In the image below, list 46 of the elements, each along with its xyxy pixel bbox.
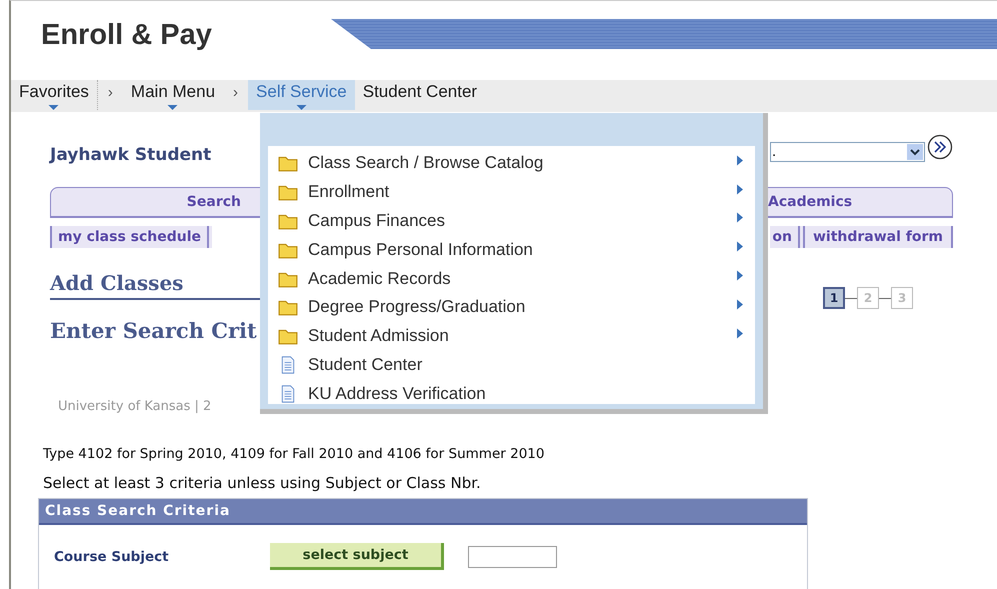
menu-item[interactable]: Campus Finances [268, 206, 755, 236]
folder-icon [278, 327, 298, 346]
submenu-arrow-icon [737, 298, 743, 310]
menu-item[interactable]: Campus Personal Information [268, 235, 755, 264]
folder-icon [278, 183, 298, 202]
submenu-arrow-icon [737, 241, 743, 252]
caret-icon [48, 105, 60, 110]
subject-field[interactable] [468, 546, 557, 568]
step-indicator: 1 [823, 287, 845, 309]
breadcrumb-menu[interactable]: Student Center [354, 80, 486, 110]
select-subject-button[interactable]: select subject [270, 543, 444, 570]
breadcrumb-separator: › [232, 83, 240, 101]
caret-icon [167, 105, 178, 110]
instruction-text: Type 4102 for Spring 2010, 4109 for Fall 2010 and 4106 for Summer 2010 [43, 445, 546, 464]
app-title: Enroll & Pay [40, 18, 213, 52]
caret-icon [296, 105, 307, 110]
breadcrumb-separator: › [106, 83, 114, 101]
breadcrumb-menu[interactable]: Main Menu [122, 80, 224, 110]
menu-item[interactable]: Academic Records [268, 264, 755, 293]
submenu-arrow-icon [737, 212, 743, 224]
link-tab[interactable]: on [770, 226, 800, 248]
select-field[interactable]: . [770, 142, 925, 162]
panel-header: Class Search Criteria [39, 499, 807, 525]
field-label: Course Subject [54, 548, 170, 564]
instruction-text: Select at least 3 criteria unless using Subject or Class Nbr. [43, 473, 482, 494]
go-icon[interactable] [927, 134, 953, 160]
menu-item[interactable]: Student Admission [268, 322, 755, 351]
folder-icon [278, 298, 298, 316]
submenu-arrow-icon [737, 328, 743, 339]
step-indicator: 2 [857, 287, 879, 309]
menu-item[interactable]: Enrollment [268, 178, 755, 207]
section-title: Enter Search Crit [50, 318, 257, 343]
menu-item[interactable]: Class Search / Browse Catalog [268, 149, 755, 178]
breadcrumb-menu[interactable]: Favorites [11, 80, 98, 110]
submenu-arrow-icon [737, 184, 743, 195]
institution-text: University of Kansas | 2 [58, 399, 212, 414]
dropdown-icon [907, 144, 923, 160]
menu-item[interactable]: Student Center [268, 350, 755, 380]
folder-icon [278, 154, 298, 172]
menu-item[interactable]: Degree Progress/Graduation [268, 292, 755, 322]
submenu-arrow-icon [737, 154, 743, 166]
submenu-arrow-icon [737, 270, 743, 282]
student-name: Jayhawk Student [50, 145, 212, 165]
link-tab[interactable]: withdrawal form [802, 226, 953, 248]
menu-item[interactable]: KU Address Verification [268, 379, 755, 408]
step-indicator: 3 [891, 287, 913, 309]
